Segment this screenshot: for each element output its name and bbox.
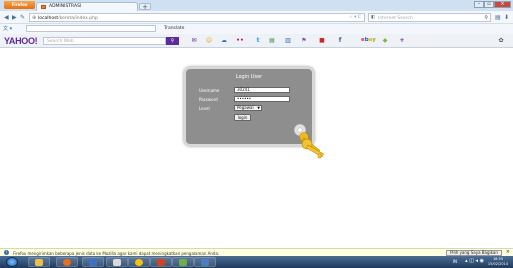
language-indicator[interactable]: IN — [453, 259, 457, 264]
close-window-button[interactable]: × — [494, 1, 511, 8]
taskbar-media-player[interactable] — [106, 257, 128, 267]
notification-text: Firefox mengirimkan beberapa jenis data … — [13, 250, 220, 256]
level-value: Pegawai — [237, 105, 254, 110]
url-path: /kereta/index.php — [58, 15, 98, 21]
yahoo-search-button[interactable]: ⚲ — [166, 37, 179, 45]
windows-taskbar: IN ▴ ◫ ◂ ◉ 16:55 15/02/2014 — [0, 256, 513, 268]
url-host: localhost — [38, 15, 59, 21]
new-tab-button[interactable]: + — [139, 3, 151, 11]
search-bar[interactable]: ◧ Internet Search ⚲ — [368, 13, 491, 22]
level-select[interactable]: Pegawai ▼ — [234, 105, 262, 111]
yahoo-logo[interactable]: YAHOO! — [4, 36, 38, 46]
search-placeholder: Internet Search — [378, 15, 413, 21]
password-label: Password — [199, 97, 218, 102]
address-bar[interactable]: ⊕ localhost/kereta/index.php ☆ ▾ C — [29, 13, 365, 22]
firefox-menu-button[interactable]: Firefox — [4, 1, 35, 9]
yahoo-search-input[interactable]: Search Web — [43, 37, 166, 45]
taskbar-explorer[interactable] — [28, 257, 50, 267]
tray-icons[interactable]: ▴ ◫ ◂ ◉ — [465, 258, 484, 264]
navigation-bar: ◀ ▶ ✎ ⊕ localhost/kereta/index.php ☆ ▾ C… — [0, 11, 513, 24]
wrench-icon[interactable]: ✎ — [20, 14, 25, 21]
username-label: Username — [199, 88, 220, 93]
globe-icon: ⊕ — [32, 15, 37, 21]
keys-icon — [293, 123, 324, 159]
info-icon: i — [4, 250, 9, 255]
browser-title-bar: Firefox ADMINISTRASI + – ▫ × — [0, 0, 513, 11]
chevron-down-icon: ▼ — [257, 106, 260, 110]
taskbar-dreamweaver[interactable] — [172, 257, 194, 267]
shopping-icon[interactable]: ■ — [318, 37, 326, 45]
window-controls: – ▫ × — [474, 1, 511, 8]
translate-icon[interactable]: 文 ▾ — [3, 25, 12, 32]
translate-input[interactable] — [26, 25, 156, 32]
search-engine-icon[interactable]: ◧ — [371, 15, 375, 20]
download-icon[interactable]: ⬇ — [504, 14, 509, 21]
facebook-icon[interactable]: f — [336, 37, 344, 45]
username-field[interactable]: 30241 — [234, 87, 290, 93]
maximize-button[interactable]: ▫ — [484, 1, 494, 8]
taskbar-word[interactable] — [82, 257, 104, 267]
url-actions[interactable]: ☆ ▾ C — [349, 15, 361, 20]
tab-title: ADMINISTRASI — [49, 4, 82, 9]
minimize-button[interactable]: – — [474, 1, 484, 8]
tab-administrasi[interactable]: ADMINISTRASI — [36, 2, 138, 11]
taskbar-app-2[interactable] — [194, 257, 216, 267]
start-button[interactable] — [6, 257, 18, 267]
search-icon[interactable]: ⚲ — [484, 15, 488, 21]
url-text[interactable]: localhost/kereta/index.php — [38, 16, 98, 21]
forward-icon[interactable]: ▶ — [12, 14, 17, 21]
flickr-icon[interactable]: •• — [236, 37, 244, 45]
back-icon[interactable]: ◀ — [4, 14, 9, 21]
password-field[interactable]: •••••• — [234, 96, 290, 102]
translate-label[interactable]: Translate — [164, 26, 184, 31]
twitter-icon[interactable]: t — [254, 37, 262, 45]
translate-bar: 文 ▾ Translate — [0, 24, 513, 34]
page-content: Login User Username 30241 Password •••••… — [0, 48, 513, 248]
yahoo-toolbar: YAHOO! Search Web ⚲ ✉ ☺ ☁ •• t ▤ ▥ ⚑ ■ f… — [0, 34, 513, 48]
gear-icon[interactable]: ✿ — [497, 37, 505, 45]
finance-icon[interactable]: ▥ — [284, 37, 292, 45]
yahoo-search-placeholder: Search Web — [47, 39, 74, 44]
taskbar-firefox[interactable] — [56, 257, 78, 267]
taskbar-chrome[interactable] — [128, 257, 150, 267]
taskbar-app[interactable] — [150, 257, 172, 267]
bookmarks-icon[interactable]: ▤ — [495, 14, 501, 21]
data-sharing-notification: i Firefox mengirimkan beberapa jenis dat… — [0, 248, 513, 256]
mail-icon[interactable]: ✉ — [190, 37, 198, 45]
news-icon[interactable]: ▤ — [268, 37, 276, 45]
add-icon[interactable]: + — [398, 37, 406, 45]
sports-icon[interactable]: ⚑ — [300, 37, 308, 45]
favicon-icon — [41, 5, 46, 9]
ebay-link[interactable]: ebay — [361, 37, 376, 43]
level-label: Level — [199, 106, 210, 111]
close-notification-icon[interactable]: × — [506, 249, 510, 255]
login-button[interactable]: login — [234, 114, 251, 121]
smiley-icon[interactable]: ☺ — [205, 37, 213, 45]
clock[interactable]: 16:55 15/02/2014 — [487, 257, 509, 266]
login-title: Login User — [235, 74, 263, 80]
weather-icon[interactable]: ☁ — [220, 37, 228, 45]
clock-date: 15/02/2014 — [487, 261, 509, 266]
games-icon[interactable]: ◆ — [381, 37, 389, 45]
